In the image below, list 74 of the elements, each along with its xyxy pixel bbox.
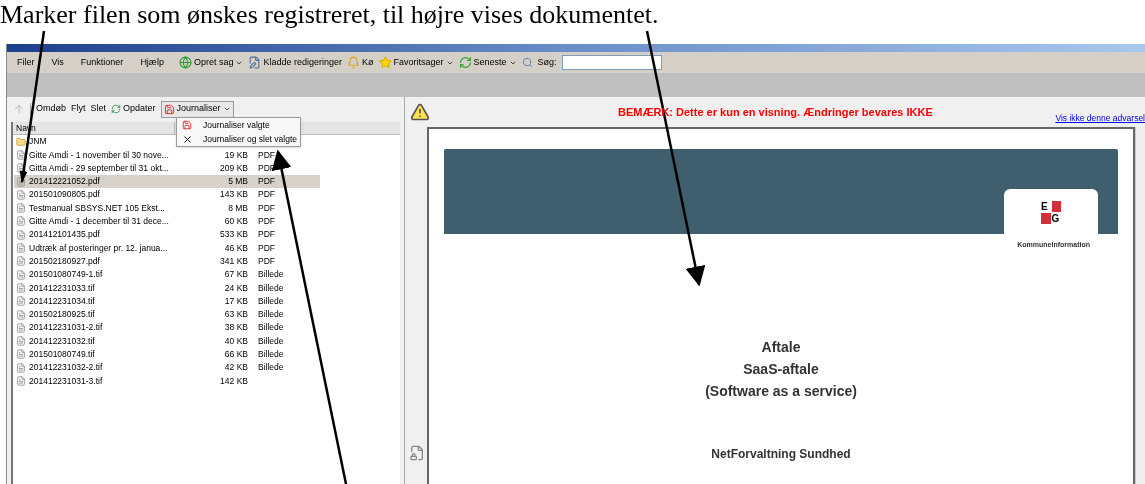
journaliser-button[interactable]: Journaliser (160, 100, 234, 118)
document-edit-icon (248, 56, 262, 69)
document-subtitle: NetForvaltning Sundhed (711, 445, 851, 463)
document-title: Aftale (761, 337, 801, 357)
document-title: (Software as a service) (705, 381, 857, 401)
toolbar-button[interactable]: Omdøb (36, 102, 66, 116)
file-icon (16, 243, 26, 253)
file-row[interactable]: Udtræk af posteringer pr. 12. janua... 46 KB PDF (14, 241, 275, 255)
save-icon (163, 103, 175, 115)
file-row[interactable]: 201501080749-1.tif 67 KB Billede (14, 267, 284, 282)
toolbar-button[interactable]: Kø (347, 55, 374, 70)
locked-document-icon (409, 444, 425, 462)
toolbar-button[interactable]: Opdater (111, 102, 156, 116)
file-icon (16, 176, 26, 187)
file-row[interactable]: 201501090805.pdf 143 KB PDF (14, 188, 275, 202)
file-icon (16, 309, 26, 320)
file-row[interactable]: 201412221052.pdf 5 MB PDF (14, 174, 320, 189)
search-icon (521, 57, 533, 68)
file-row[interactable]: 201501080749.tif 66 KB Billede (14, 347, 284, 362)
file-icon (16, 349, 26, 360)
file-row[interactable]: 201412231034.tif 17 KB Billede (14, 294, 284, 308)
file-icon (16, 282, 26, 293)
save-icon (182, 120, 192, 130)
file-row[interactable]: 201502180927.pdf 341 KB PDF (14, 254, 275, 268)
document-title: SaaS-aftale (743, 359, 819, 379)
warning-icon (410, 102, 430, 122)
file-icon (16, 189, 26, 200)
file-icon (16, 376, 26, 386)
toolbar-button[interactable]: Seneste (458, 55, 507, 70)
globe-icon (178, 56, 192, 69)
file-icon (16, 216, 26, 227)
file-row[interactable]: JNM (14, 135, 189, 149)
file-row[interactable]: 201412231031-3.tif 142 KB (14, 374, 248, 388)
file-icon (16, 256, 26, 267)
caption: Marker filen som ønskes registreret, til højre vises dokumentet. (0, 0, 660, 30)
toolbar-button[interactable]: Favoritsager (378, 55, 444, 70)
caret-icon (222, 105, 231, 113)
bell-icon (347, 56, 360, 69)
search-label: Søg: (537, 55, 557, 69)
file-row[interactable]: 201412231031-2.tif 38 KB Billede (14, 321, 284, 335)
close-icon (181, 133, 193, 145)
file-row[interactable]: Gitte Amdi - 1 november til 30 nove... 19 KB PDF (14, 148, 275, 162)
file-row[interactable]: 201412231032.tif 40 KB Billede (14, 334, 284, 348)
toolbar-button[interactable]: Kladde redigeringer (248, 55, 342, 70)
toolbar-button[interactable]: Flyt (71, 102, 86, 116)
file-icon (16, 229, 26, 240)
search-field[interactable] (561, 55, 662, 70)
file-icon (16, 203, 26, 214)
file-icon (16, 362, 26, 373)
file-icon (16, 322, 26, 333)
file-row[interactable]: Gitte Amdi - 1 december til 31 dece... 60 KB PDF (14, 214, 275, 229)
folder-icon (16, 136, 26, 147)
file-row[interactable]: Testmanual SBSYS.NET 105 Ekst... 8 MB PDF (14, 201, 275, 215)
file-icon (16, 336, 26, 347)
logo: E G (1041, 201, 1061, 224)
menu-item[interactable]: Hjælp (140, 55, 164, 70)
file-icon (16, 149, 26, 160)
file-row[interactable]: 201412101435.pdf 533 KB PDF (14, 228, 275, 242)
menu-item[interactable]: Vis (51, 55, 64, 70)
file-icon (16, 296, 26, 307)
file-icon (16, 269, 26, 280)
menu-item[interactable]: Filer (17, 55, 35, 70)
menu-item[interactable]: Journaliser valgte (177, 118, 300, 132)
file-row[interactable]: 201502180925.tif 63 KB Billede (14, 307, 284, 322)
toolbar-button[interactable]: Opret sag (178, 55, 234, 70)
menu-item[interactable]: Funktioner (80, 55, 124, 70)
file-row[interactable]: 201412231033.tif 24 KB Billede (14, 281, 284, 295)
file-icon (16, 163, 26, 174)
toolbar-button[interactable]: Slet (90, 102, 107, 116)
refresh-icon (458, 56, 472, 69)
hide-warning-link[interactable]: Vis ikke denne advarsel (1055, 112, 1145, 125)
refresh-icon (111, 104, 122, 114)
star-icon (378, 56, 392, 69)
file-row[interactable]: 201412231032-2.tif 42 KB Billede (14, 361, 284, 375)
